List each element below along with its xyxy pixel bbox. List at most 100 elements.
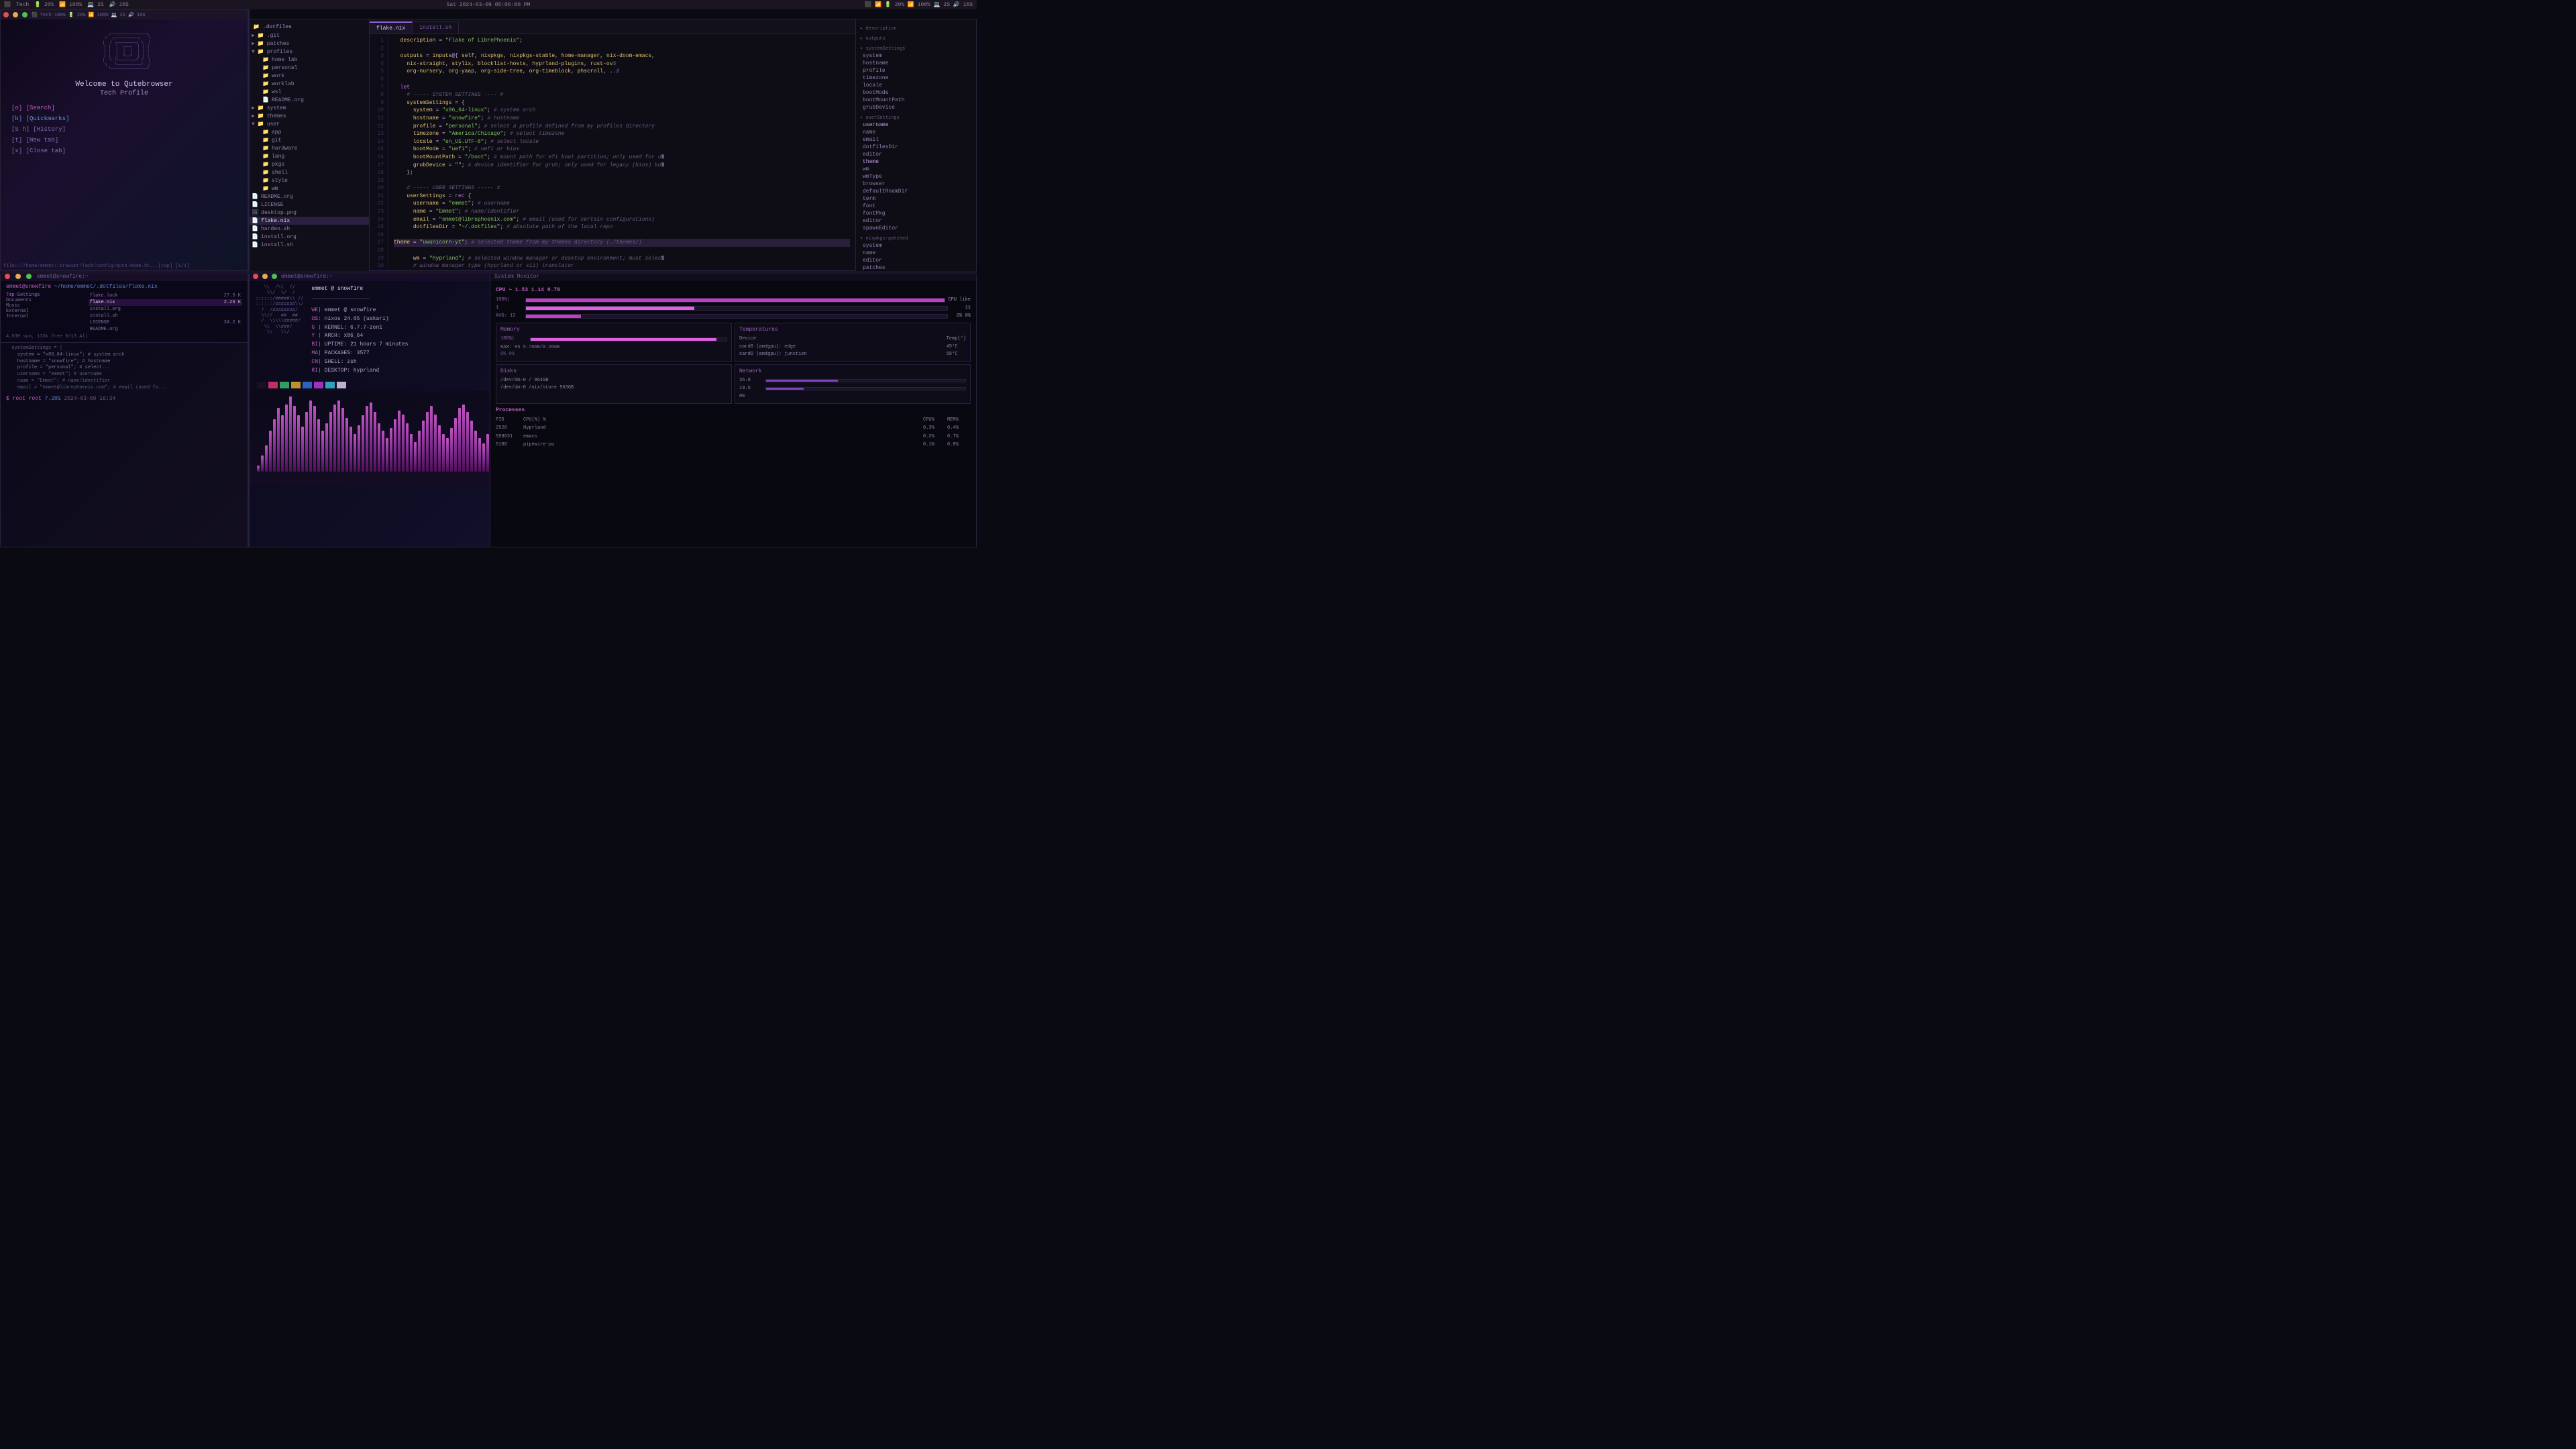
rp-font[interactable]: font (856, 203, 976, 210)
vis-bar-39 (414, 442, 417, 472)
link-closetab[interactable]: [x] [Close tab] (11, 146, 237, 156)
ft-git2[interactable]: 📁 git (249, 136, 369, 144)
rp-username[interactable]: username (856, 121, 976, 129)
vis-bar-3 (269, 431, 272, 472)
rp-email[interactable]: email (856, 136, 976, 144)
rp-np-system[interactable]: system (856, 242, 976, 250)
rp-bootmode[interactable]: bootMode (856, 89, 976, 97)
rp-spawneditor[interactable]: spawnEditor (856, 225, 976, 232)
cpu-bar-fill-avg (526, 315, 581, 318)
ft-shell[interactable]: 📁 shell (249, 168, 369, 176)
status-cpu: 💻 2S (87, 1, 103, 8)
cpu-bar-fill-2 (526, 307, 694, 310)
ft-harden-sh[interactable]: 📄 harden.sh (249, 225, 369, 233)
rp-wmtype[interactable]: wmType (856, 173, 976, 180)
ft-lang[interactable]: 📁 lang (249, 152, 369, 160)
ft-git[interactable]: ▶📁 .git (249, 32, 369, 40)
memory-pct: 0% 0% (500, 351, 727, 358)
rp-name[interactable]: name (856, 129, 976, 136)
file-readme[interactable]: README.org (89, 326, 242, 333)
close-dot[interactable] (3, 12, 9, 17)
min-nf[interactable] (262, 274, 268, 279)
link-search[interactable]: [o] [Search] (11, 103, 237, 113)
rp-system[interactable]: system (856, 52, 976, 60)
rp-timezone[interactable]: timezone (856, 74, 976, 82)
neofetch-info: emmet @ snowfire ────────────────── WE| … (311, 285, 408, 375)
disk-info: /dev/dm-0 / 964GB /dev/dm-0 /nix/store 9… (500, 377, 727, 392)
close-dot-q3[interactable] (5, 274, 10, 279)
editor-window: 📁 .dotfiles ▶📁 .git ▶📁 patches ▼📁 profil… (248, 19, 977, 280)
ft-wsl[interactable]: 📁 wsl (249, 88, 369, 96)
rp-theme[interactable]: theme (856, 158, 976, 166)
rp-defaultroamdir[interactable]: defaultRoamDir (856, 188, 976, 195)
max-nf[interactable] (272, 274, 277, 279)
ft-flake-nix[interactable]: 📄 flake.nix (249, 217, 369, 225)
rp-np-editor[interactable]: editor (856, 257, 976, 264)
ft-desktop-png[interactable]: 🖼 desktop.png (249, 209, 369, 217)
rp-np-name[interactable]: name (856, 250, 976, 257)
vis-bar-19 (333, 405, 336, 472)
tab-flake-nix[interactable]: flake.nix (370, 21, 413, 34)
ft-style[interactable]: 📁 style (249, 176, 369, 184)
ft-readme-root[interactable]: 📄 README.org (249, 193, 369, 201)
tab-install-sh[interactable]: install.sh (413, 21, 459, 34)
rp-section-usersettings: ▾ userSettings (856, 114, 976, 121)
link-history[interactable]: [S h] [History] (11, 124, 237, 135)
rp-term[interactable]: term (856, 195, 976, 203)
rp-fontpkg[interactable]: fontPkg (856, 210, 976, 217)
ft-system[interactable]: ▶📁 system (249, 104, 369, 112)
file-license[interactable]: LICENSE34.2 K (89, 319, 242, 326)
net-up-val: 19.5 (739, 385, 763, 392)
rp-dotfilesdir[interactable]: dotfilesDir (856, 144, 976, 151)
vis-bar-28 (370, 402, 372, 472)
browser-subtitle: Tech Profile (11, 90, 237, 97)
code-content[interactable]: description = "Flake of LibrePhoenix"; o… (388, 34, 855, 270)
ft-patches[interactable]: ▶📁 patches (249, 40, 369, 48)
fm-path: emmet@snowfire ~/home/emmet/.dotfiles/fl… (6, 284, 242, 290)
code-tabs: flake.nix install.sh (370, 19, 855, 34)
memory-bar-wrap (530, 337, 727, 341)
ft-homelab[interactable]: 📁 home lab (249, 56, 369, 64)
temp-box: Temperatures Device Temp(°) card0 (amdgp… (735, 323, 971, 362)
ft-work[interactable]: 📁 work (249, 72, 369, 80)
ft-worklab[interactable]: 📁 worklab (249, 80, 369, 88)
ft-readme-profiles[interactable]: 📄 README.org (249, 96, 369, 104)
ft-personal[interactable]: 📁 personal (249, 64, 369, 72)
ft-profiles[interactable]: ▼📁 profiles (249, 48, 369, 56)
ft-install-org[interactable]: 📄 install.org (249, 233, 369, 241)
ft-wm[interactable]: 📁 wm (249, 184, 369, 193)
rp-profile[interactable]: profile (856, 67, 976, 74)
vis-bar-20 (337, 400, 340, 472)
max-dot-q3[interactable] (26, 274, 32, 279)
ft-install-sh[interactable]: 📄 install.sh (249, 241, 369, 249)
rp-grubdevice[interactable]: grubDevice (856, 104, 976, 111)
rp-wm[interactable]: wm (856, 166, 976, 173)
rp-bootmountpath[interactable]: bootMountPath (856, 97, 976, 104)
ft-hardware[interactable]: 📁 hardware (249, 144, 369, 152)
rp-browser[interactable]: browser (856, 180, 976, 188)
ft-user[interactable]: ▼📁 user (249, 120, 369, 128)
file-install-org[interactable]: install.org (89, 306, 242, 313)
rp-locale[interactable]: locale (856, 82, 976, 89)
rp-editor2[interactable]: editor (856, 217, 976, 225)
vis-bar-56 (482, 443, 485, 472)
close-nf[interactable] (253, 274, 258, 279)
file-selected[interactable]: flake.nix2.26 K (89, 299, 242, 306)
minimize-dot[interactable] (13, 12, 18, 17)
cpu-bar-row-2: 1 11 (496, 305, 971, 312)
link-newtab[interactable]: [t] [New tab] (11, 135, 237, 146)
cpu-label-avg: AVG: 13 (496, 313, 523, 320)
ft-app[interactable]: 📁 app (249, 128, 369, 136)
rp-hostname[interactable]: hostname (856, 60, 976, 67)
neofetch-ascii: \\ /\\ // \\/ \/ / ::::::/#####\\ // :::… (256, 285, 303, 375)
min-dot-q3[interactable] (15, 274, 21, 279)
file-install-sh[interactable]: install.sh (89, 313, 242, 319)
ft-themes[interactable]: ▶📁 themes (249, 112, 369, 120)
maximize-dot[interactable] (22, 12, 28, 17)
disk-box: Disks /dev/dm-0 / 964GB /dev/dm-0 /nix/s… (496, 364, 732, 405)
link-quickmarks[interactable]: [b] [Quickmarks] (11, 113, 237, 124)
ft-pkgs[interactable]: 📁 pkgs (249, 160, 369, 168)
file-tree[interactable]: 📁 .dotfiles ▶📁 .git ▶📁 patches ▼📁 profil… (249, 19, 370, 280)
rp-editor[interactable]: editor (856, 151, 976, 158)
ft-license[interactable]: 📄 LICENSE (249, 201, 369, 209)
